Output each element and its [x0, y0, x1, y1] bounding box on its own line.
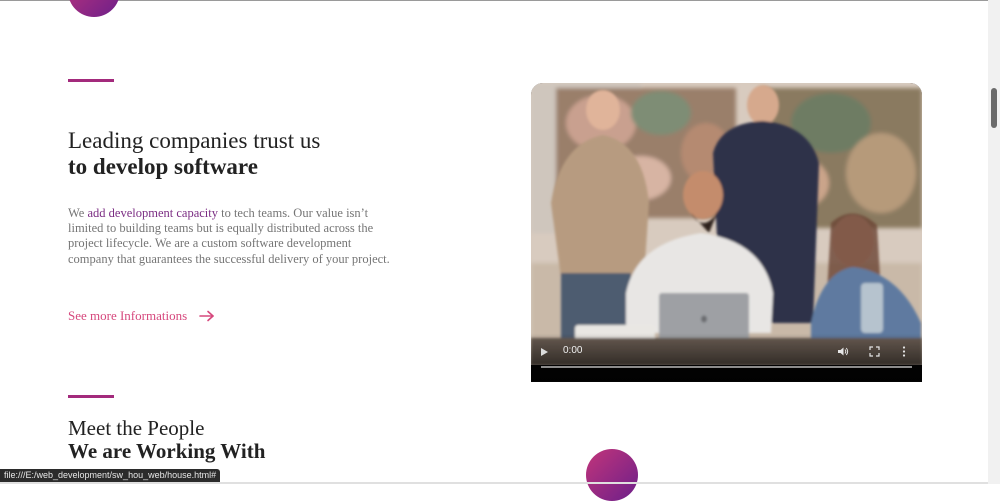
decorative-gradient-circle-bottom — [586, 449, 638, 501]
decorative-gradient-circle-top — [68, 0, 120, 17]
heading-bold-text: to develop software — [68, 154, 258, 179]
volume-icon[interactable] — [837, 344, 849, 362]
description-highlight: add development capacity — [87, 206, 218, 220]
video-controls: 0:00 — [531, 333, 922, 381]
section-heading-trust: Leading companies trust us to develop so… — [68, 128, 320, 180]
heading-light-text: Leading companies trust us — [68, 128, 321, 153]
vertical-scrollbar-thumb[interactable] — [991, 88, 997, 128]
video-frame-team-photo — [531, 83, 922, 365]
browser-status-bar: file:///E:/web_development/sw_hou_web/ho… — [0, 469, 221, 482]
description-prefix: We — [68, 206, 88, 220]
section-accent-line-2 — [68, 395, 114, 398]
arrow-right-icon[interactable] — [199, 310, 215, 322]
heading-bold-text: We are Working With — [68, 439, 266, 463]
window-top-border — [0, 0, 1000, 1]
team-video-player[interactable]: 0:00 — [531, 83, 922, 382]
heading-light-text: Meet the People — [68, 416, 205, 440]
more-vertical-icon[interactable] — [902, 344, 906, 362]
play-icon[interactable] — [541, 348, 548, 356]
section-heading-people: Meet the People We are Working With — [68, 417, 265, 463]
see-more-label[interactable]: See more Informations — [68, 308, 187, 324]
section-description: We add development capacity to tech team… — [68, 206, 398, 267]
see-more-link[interactable]: See more Informations — [68, 308, 215, 324]
fullscreen-icon[interactable] — [869, 344, 880, 362]
vertical-scrollbar-track[interactable] — [988, 0, 1000, 484]
section-accent-line — [68, 79, 114, 82]
video-time-display: 0:00 — [563, 345, 583, 356]
video-progress-bar[interactable] — [541, 366, 912, 368]
